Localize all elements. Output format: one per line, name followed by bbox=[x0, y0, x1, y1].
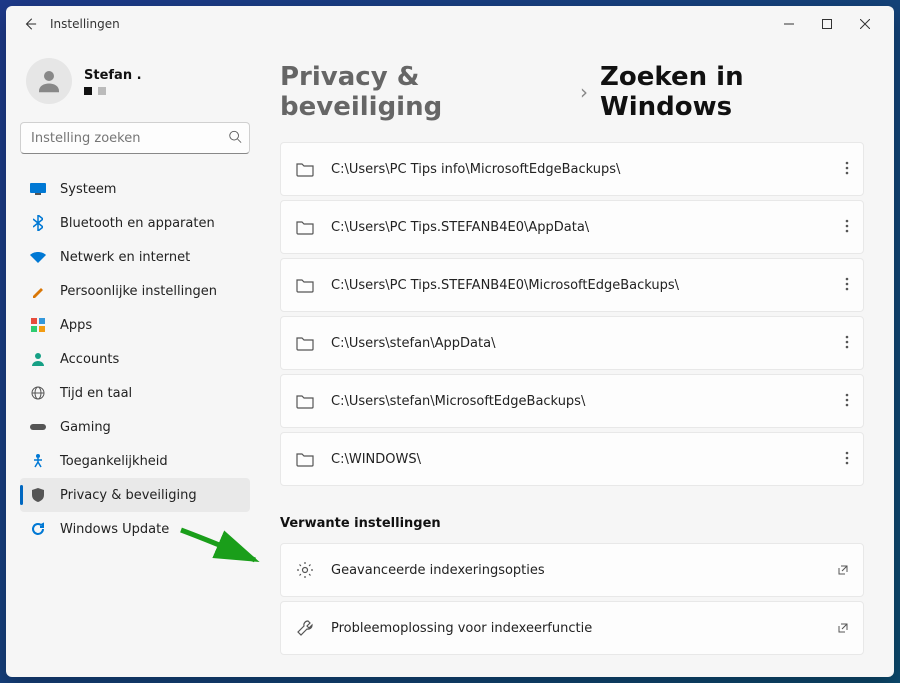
more-options-button[interactable] bbox=[845, 276, 849, 295]
related-setting-row[interactable]: Probleemoplossing voor indexeerfunctie bbox=[280, 601, 864, 655]
related-label: Probleemoplossing voor indexeerfunctie bbox=[331, 621, 821, 636]
avatar bbox=[26, 58, 72, 104]
open-external-icon bbox=[837, 619, 849, 638]
sidebar-item-systeem[interactable]: Systeem bbox=[20, 172, 250, 206]
search-box[interactable] bbox=[20, 122, 250, 154]
nav-icon bbox=[30, 181, 46, 197]
nav-icon bbox=[30, 487, 46, 503]
breadcrumb-parent[interactable]: Privacy & beveiliging bbox=[280, 62, 568, 122]
minimize-button[interactable] bbox=[770, 10, 808, 38]
related-settings-list: Geavanceerde indexeringsopties Probleemop… bbox=[280, 543, 864, 655]
sidebar-nav: Systeem Bluetooth en apparaten Netwerk en … bbox=[20, 172, 250, 546]
excluded-folders-list: C:\Users\PC Tips info\MicrosoftEdgeBacku… bbox=[280, 142, 864, 486]
profile-status bbox=[84, 87, 142, 95]
sidebar-item-accounts[interactable]: Accounts bbox=[20, 342, 250, 376]
nav-icon bbox=[30, 317, 46, 333]
page-title: Zoeken in Windows bbox=[600, 62, 864, 122]
back-button[interactable] bbox=[16, 10, 44, 38]
maximize-button[interactable] bbox=[808, 10, 846, 38]
nav-icon bbox=[30, 249, 46, 265]
chevron-right-icon: › bbox=[580, 80, 588, 104]
nav-label: Tijd en taal bbox=[60, 386, 132, 401]
nav-icon bbox=[30, 351, 46, 367]
settings-window: Instellingen Stefan . SysteemBluetoot bbox=[6, 6, 894, 677]
profile-section[interactable]: Stefan . bbox=[20, 42, 250, 122]
related-settings-header: Verwante instellingen bbox=[280, 516, 864, 531]
nav-label: Accounts bbox=[60, 352, 119, 367]
sidebar-item-gaming[interactable]: Gaming bbox=[20, 410, 250, 444]
open-external-icon bbox=[837, 561, 849, 580]
more-options-button[interactable] bbox=[845, 392, 849, 411]
nav-icon bbox=[30, 215, 46, 231]
search-input[interactable] bbox=[20, 122, 250, 154]
folder-row[interactable]: C:\Users\PC Tips.STEFANB4E0\AppData\ bbox=[280, 200, 864, 254]
folder-icon bbox=[295, 217, 315, 237]
nav-icon bbox=[30, 283, 46, 299]
nav-label: Windows Update bbox=[60, 522, 169, 537]
folder-icon bbox=[295, 333, 315, 353]
folder-row[interactable]: C:\Users\PC Tips.STEFANB4E0\MicrosoftEdg… bbox=[280, 258, 864, 312]
breadcrumb: Privacy & beveiliging › Zoeken in Window… bbox=[280, 62, 864, 122]
folder-row[interactable]: C:\Users\stefan\MicrosoftEdgeBackups\ bbox=[280, 374, 864, 428]
related-label: Geavanceerde indexeringsopties bbox=[331, 563, 821, 578]
nav-icon bbox=[30, 385, 46, 401]
folder-icon bbox=[295, 391, 315, 411]
search-icon bbox=[228, 129, 242, 148]
sidebar-item-apps[interactable]: Apps bbox=[20, 308, 250, 342]
main-content: Privacy & beveiliging › Zoeken in Window… bbox=[264, 42, 894, 677]
nav-icon bbox=[30, 521, 46, 537]
folder-icon bbox=[295, 159, 315, 179]
nav-icon bbox=[30, 419, 46, 435]
nav-label: Apps bbox=[60, 318, 92, 333]
close-button[interactable] bbox=[846, 10, 884, 38]
window-title: Instellingen bbox=[50, 17, 120, 31]
folder-icon bbox=[295, 449, 315, 469]
more-options-button[interactable] bbox=[845, 334, 849, 353]
folder-row[interactable]: C:\Users\stefan\AppData\ bbox=[280, 316, 864, 370]
folder-path: C:\WINDOWS\ bbox=[331, 452, 829, 467]
sidebar-item-toegankelijkheid[interactable]: Toegankelijkheid bbox=[20, 444, 250, 478]
window-controls bbox=[770, 10, 884, 38]
nav-label: Persoonlijke instellingen bbox=[60, 284, 217, 299]
gear-icon bbox=[295, 560, 315, 580]
nav-label: Gaming bbox=[60, 420, 111, 435]
sidebar-item-privacy-beveiliging[interactable]: Privacy & beveiliging bbox=[20, 478, 250, 512]
profile-name: Stefan . bbox=[84, 68, 142, 83]
more-options-button[interactable] bbox=[845, 450, 849, 469]
folder-row[interactable]: C:\WINDOWS\ bbox=[280, 432, 864, 486]
sidebar-item-bluetooth-en-apparaten[interactable]: Bluetooth en apparaten bbox=[20, 206, 250, 240]
folder-path: C:\Users\stefan\AppData\ bbox=[331, 336, 829, 351]
nav-label: Privacy & beveiliging bbox=[60, 488, 197, 503]
related-setting-row[interactable]: Geavanceerde indexeringsopties bbox=[280, 543, 864, 597]
nav-label: Systeem bbox=[60, 182, 116, 197]
sidebar-item-netwerk-en-internet[interactable]: Netwerk en internet bbox=[20, 240, 250, 274]
folder-icon bbox=[295, 275, 315, 295]
folder-row[interactable]: C:\Users\PC Tips info\MicrosoftEdgeBacku… bbox=[280, 142, 864, 196]
more-options-button[interactable] bbox=[845, 160, 849, 179]
sidebar: Stefan . Systeem Bluetooth en apparaten Ne… bbox=[6, 42, 264, 677]
more-options-button[interactable] bbox=[845, 218, 849, 237]
sidebar-item-windows-update[interactable]: Windows Update bbox=[20, 512, 250, 546]
titlebar: Instellingen bbox=[6, 6, 894, 42]
folder-path: C:\Users\PC Tips.STEFANB4E0\MicrosoftEdg… bbox=[331, 278, 829, 293]
nav-label: Bluetooth en apparaten bbox=[60, 216, 215, 231]
folder-path: C:\Users\PC Tips.STEFANB4E0\AppData\ bbox=[331, 220, 829, 235]
folder-path: C:\Users\stefan\MicrosoftEdgeBackups\ bbox=[331, 394, 829, 409]
sidebar-item-tijd-en-taal[interactable]: Tijd en taal bbox=[20, 376, 250, 410]
nav-label: Netwerk en internet bbox=[60, 250, 190, 265]
nav-icon bbox=[30, 453, 46, 469]
nav-label: Toegankelijkheid bbox=[60, 454, 168, 469]
folder-path: C:\Users\PC Tips info\MicrosoftEdgeBacku… bbox=[331, 162, 829, 177]
wrench-icon bbox=[295, 618, 315, 638]
sidebar-item-persoonlijke-instellingen[interactable]: Persoonlijke instellingen bbox=[20, 274, 250, 308]
